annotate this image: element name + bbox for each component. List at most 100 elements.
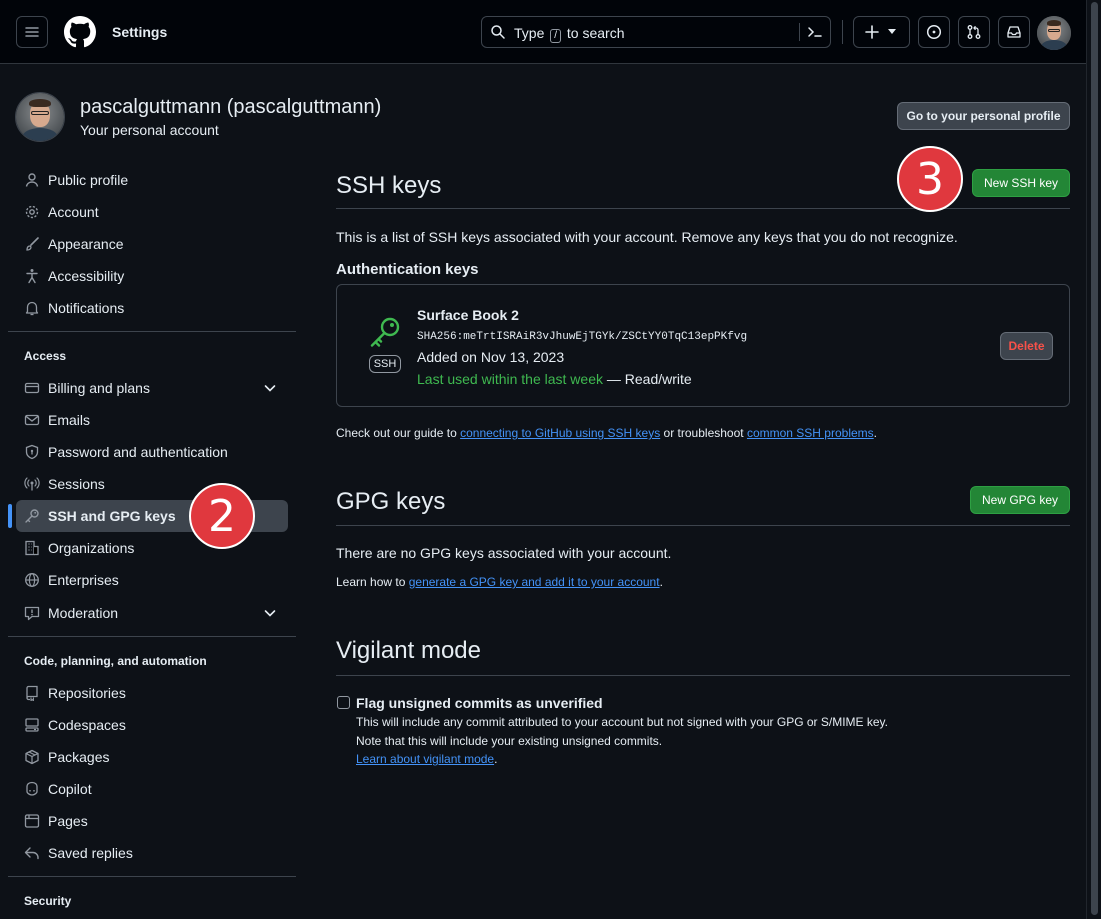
page: Settings Type / to search pascalguttmann…	[0, 0, 1086, 919]
paintbrush-icon	[26, 237, 39, 251]
new-ssh-key-button[interactable]: New SSH key	[972, 169, 1070, 197]
sidebar-item-emails[interactable]: Emails	[16, 404, 288, 436]
ssh-key-card	[336, 284, 1070, 407]
gpg-keys-heading: GPG keys	[336, 488, 446, 515]
flag-unsigned-checkbox[interactable]	[337, 696, 350, 709]
gpg-learn-text: Learn how to generate a GPG key and add …	[336, 575, 663, 589]
shield-lock-icon	[25, 444, 39, 460]
accessibility-icon	[26, 269, 38, 284]
copilot-icon	[26, 781, 38, 796]
step-marker-2: 2	[189, 483, 255, 549]
search-icon	[491, 25, 505, 39]
mail-icon	[24, 414, 40, 426]
user-avatar-menu[interactable]	[1037, 16, 1071, 50]
sidebar-item-codespaces[interactable]: Codespaces	[16, 709, 288, 741]
profile-subtitle: Your personal account	[80, 122, 219, 138]
broadcast-icon	[24, 477, 40, 491]
repo-icon	[26, 685, 38, 701]
flag-unsigned-label[interactable]: Flag unsigned commits as unverified	[356, 695, 603, 711]
header-title[interactable]: Settings	[112, 24, 167, 40]
delete-ssh-key-button[interactable]: Delete	[1000, 332, 1053, 360]
organization-icon	[25, 540, 39, 556]
github-logo-icon[interactable]	[64, 16, 96, 48]
sidebar-divider	[8, 876, 296, 877]
sidebar-heading-code: Code, planning, and automation	[24, 654, 207, 668]
chevron-down-icon	[264, 385, 276, 392]
globe-icon	[25, 573, 39, 587]
sidebar-item-repositories[interactable]: Repositories	[16, 677, 288, 709]
ssh-keys-heading: SSH keys	[336, 172, 442, 199]
ssh-badge: SSH	[369, 355, 401, 373]
sidebar-item-appearance[interactable]: Appearance	[16, 228, 288, 260]
sidebar-divider	[8, 636, 296, 637]
profile-name: pascalguttmann (pascalguttmann)	[80, 96, 382, 118]
vigilant-mode-heading: Vigilant mode	[336, 637, 481, 664]
triangle-down-icon	[888, 29, 896, 34]
report-icon	[24, 606, 40, 621]
sidebar-heading-security: Security	[24, 894, 72, 908]
reply-icon	[24, 847, 39, 860]
search-input[interactable]: Type / to search	[481, 16, 831, 48]
vigilant-desc-2: Note that this will include your existin…	[356, 734, 663, 748]
person-icon	[25, 173, 39, 187]
sidebar-item-public-profile[interactable]: Public profile	[16, 164, 288, 196]
inbox-button[interactable]	[998, 16, 1030, 48]
sidebar-item-moderation[interactable]: Moderation	[16, 597, 288, 629]
ssh-guide-link[interactable]: connecting to GitHub using SSH keys	[460, 426, 660, 440]
command-palette-icon[interactable]	[806, 24, 824, 40]
ssh-problems-link[interactable]: common SSH problems	[747, 426, 874, 440]
divider	[336, 525, 1070, 526]
ssh-key-usage: Last used within the last week — Read/wr…	[417, 371, 692, 387]
bell-icon	[25, 301, 39, 316]
sidebar-item-pages[interactable]: Pages	[16, 805, 288, 837]
sidebar-item-billing[interactable]: Billing and plans	[16, 372, 288, 404]
ssh-key-fingerprint: SHA256:meTrtISRAiR3vJhuwEjTGYk/ZSCtYY0Tq…	[417, 331, 748, 343]
sidebar-divider	[8, 331, 296, 332]
credit-card-icon	[24, 382, 40, 394]
sidebar-item-packages[interactable]: Packages	[16, 741, 288, 773]
sidebar-item-accessibility[interactable]: Accessibility	[16, 260, 288, 292]
new-gpg-key-button[interactable]: New GPG key	[970, 486, 1070, 514]
gpg-generate-link[interactable]: generate a GPG key and add it to your ac…	[409, 575, 660, 589]
git-pull-request-icon	[967, 25, 981, 39]
ssh-guide-text: Check out our guide to connecting to Git…	[336, 426, 878, 440]
active-indicator	[8, 504, 12, 528]
sidebar-item-password[interactable]: Password and authentication	[16, 436, 288, 468]
sidebar-item-notifications[interactable]: Notifications	[16, 292, 288, 324]
sidebar-item-saved-replies[interactable]: Saved replies	[16, 837, 288, 869]
vigilant-desc-1: This will include any commit attributed …	[356, 715, 889, 729]
page-scrollbar[interactable]	[1086, 0, 1101, 919]
sidebar-item-account[interactable]: Account	[16, 196, 288, 228]
browser-icon	[24, 814, 40, 828]
sidebar-heading-access: Access	[24, 349, 67, 363]
issue-opened-icon	[926, 24, 942, 40]
auth-keys-heading: Authentication keys	[336, 261, 479, 278]
vigilant-learn: Learn about vigilant mode.	[356, 752, 498, 766]
codespaces-icon	[25, 718, 39, 732]
package-icon	[25, 749, 39, 765]
sidebar-item-enterprises[interactable]: Enterprises	[16, 564, 288, 596]
sidebar-item-copilot[interactable]: Copilot	[16, 773, 288, 805]
divider	[336, 208, 1070, 209]
inbox-icon	[1007, 26, 1021, 38]
search-placeholder: Type / to search	[514, 25, 625, 43]
key-icon	[25, 509, 39, 523]
ssh-key-name: Surface Book 2	[417, 307, 519, 323]
key-icon	[370, 317, 400, 347]
create-new-button[interactable]	[853, 16, 910, 48]
issues-button[interactable]	[918, 16, 950, 48]
plus-icon	[865, 25, 879, 39]
hamburger-menu-button[interactable]	[16, 16, 48, 48]
step-marker-3: 3	[897, 146, 963, 212]
slash-key-hint: /	[550, 29, 562, 43]
gpg-empty-message: There are no GPG keys associated with yo…	[336, 545, 672, 561]
pull-requests-button[interactable]	[958, 16, 990, 48]
ssh-description: This is a list of SSH keys associated wi…	[336, 229, 958, 245]
avatar	[1037, 16, 1071, 50]
top-header: Settings Type / to search	[0, 0, 1086, 64]
profile-avatar	[15, 92, 65, 142]
gear-icon	[25, 205, 39, 219]
go-to-profile-button[interactable]: Go to your personal profile	[897, 102, 1070, 130]
scrollbar-thumb[interactable]	[1091, 2, 1098, 915]
vigilant-learn-link[interactable]: Learn about vigilant mode	[356, 752, 494, 766]
